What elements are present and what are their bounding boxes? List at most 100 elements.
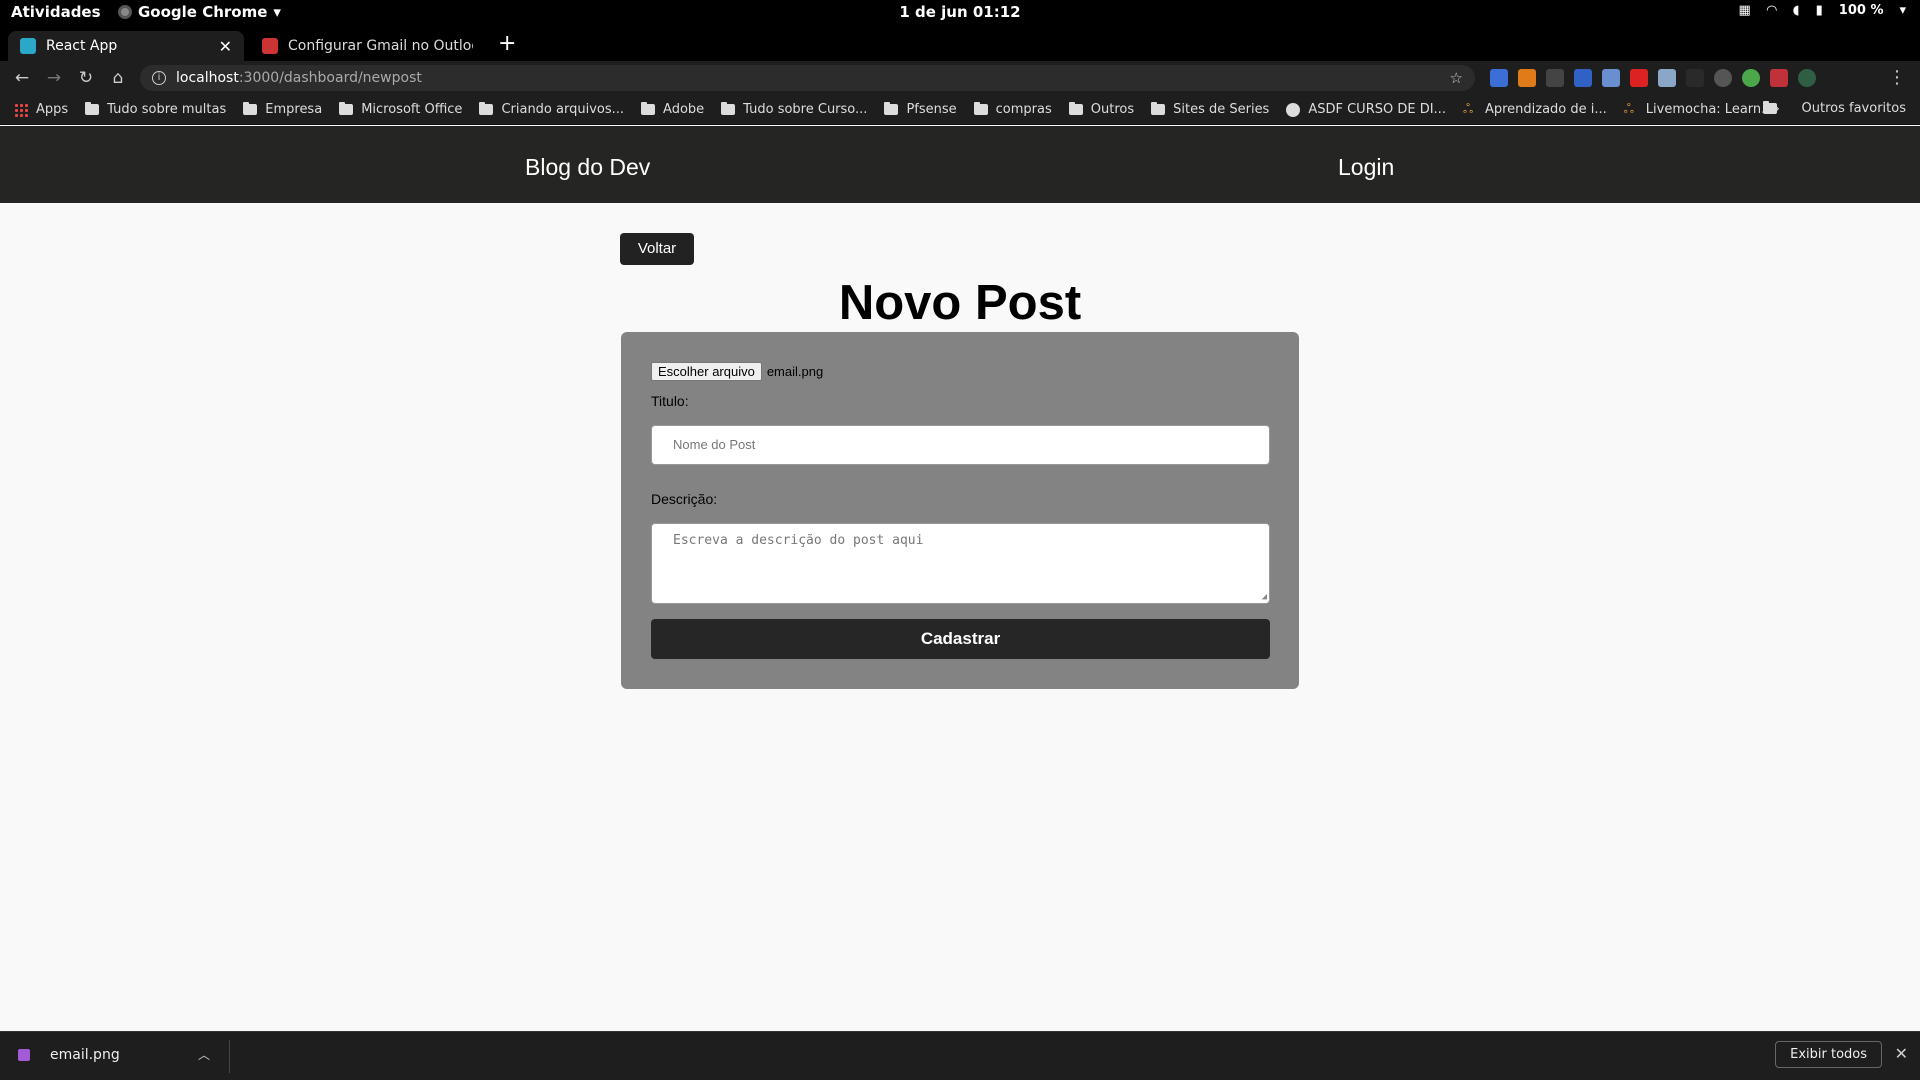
address-bar[interactable]: i localhost :3000/dashboard/newpost ☆: [140, 65, 1475, 91]
submit-button[interactable]: Cadastrar: [651, 619, 1270, 659]
choose-file-button[interactable]: Escolher arquivo: [651, 362, 762, 381]
bookmarks-bar: Apps Tudo sobre multas Empresa Microsoft…: [0, 95, 1920, 125]
file-input[interactable]: Escolher arquivo email.png: [651, 362, 823, 381]
bookmark-tudo-sobre-curso[interactable]: Tudo sobre Curso...: [721, 102, 867, 117]
brand-link[interactable]: Blog do Dev: [525, 154, 650, 181]
folder-icon: [884, 102, 899, 115]
globe-icon: [1286, 102, 1301, 117]
blank-extension-icon[interactable]: [1686, 69, 1704, 87]
tab-react-app[interactable]: React App ✕: [8, 31, 244, 61]
bookmark-pfsense[interactable]: Pfsense: [884, 102, 957, 117]
download-shelf: email.png ︿ Exibir todos ✕: [0, 1031, 1920, 1080]
image-file-icon: [18, 1048, 30, 1061]
activities-button[interactable]: Atividades: [11, 3, 101, 21]
bookmark-criando-arquivos[interactable]: Criando arquivos...: [479, 102, 624, 117]
chrome-color-extension-icon[interactable]: [1742, 69, 1760, 87]
close-tab-icon[interactable]: ✕: [219, 37, 232, 56]
bookmark-adobe[interactable]: Adobe: [641, 102, 704, 117]
selected-file-name: email.png: [766, 364, 824, 379]
shield-extension-icon[interactable]: [1574, 69, 1592, 87]
login-link[interactable]: Login: [1338, 154, 1394, 181]
extensions-area: [1490, 69, 1816, 87]
translate-extension-icon[interactable]: [1490, 69, 1508, 87]
home-icon[interactable]: ⌂: [102, 68, 134, 88]
folder-icon: [1068, 102, 1083, 115]
bookmark-tudo-sobre-multas[interactable]: Tudo sobre multas: [85, 102, 226, 117]
resize-grip-icon[interactable]: ◢: [1262, 592, 1267, 602]
back-button[interactable]: Voltar: [620, 233, 694, 265]
window-layout-icon[interactable]: ▦: [1738, 3, 1750, 18]
bookmark-microsoft-office[interactable]: Microsoft Office: [339, 102, 462, 117]
outlook-favicon-icon: [262, 38, 278, 54]
wifi-icon: ◠: [1766, 3, 1777, 18]
bookmark-asdf-curso[interactable]: ASDF CURSO DE DI...: [1286, 102, 1446, 117]
download-extension-icon[interactable]: [1518, 69, 1536, 87]
back-arrow-icon[interactable]: ←: [6, 68, 38, 88]
folder-icon: [85, 102, 100, 115]
folder-icon: [973, 102, 988, 115]
red-extension-icon[interactable]: [1770, 69, 1788, 87]
tab-configurar-gmail[interactable]: Configurar Gmail no Outlook:: [250, 31, 485, 61]
description-textarea[interactable]: Escreva a descrição do post aqui ◢: [651, 523, 1270, 604]
new-tab-button[interactable]: +: [498, 31, 516, 56]
bookmark-outros[interactable]: Outros: [1068, 102, 1134, 117]
volume-icon: ◖: [1792, 3, 1800, 18]
pretzel-icon: ஃ: [1462, 101, 1474, 117]
system-tray[interactable]: ▦ ◠ ◖ ▮ 100 % ▾: [1738, 3, 1906, 18]
folder-icon: [1762, 101, 1777, 114]
url-host: localhost: [176, 70, 239, 86]
search-extension-icon[interactable]: [1658, 69, 1676, 87]
bookmark-apps[interactable]: Apps: [14, 102, 68, 117]
colorful-extension-icon[interactable]: [1602, 69, 1620, 87]
react-favicon-icon: [20, 38, 36, 54]
app-menu[interactable]: Google Chrome ▾: [118, 3, 281, 21]
battery-percent: 100 %: [1838, 3, 1884, 18]
tab-title: Configurar Gmail no Outlook:: [288, 38, 473, 54]
reload-icon[interactable]: ↻: [70, 68, 102, 88]
new-post-form: Escolher arquivo email.png Titulo: Nome …: [621, 332, 1299, 689]
folder-icon: [721, 102, 736, 115]
folder-icon: [479, 102, 494, 115]
folder-icon: [1151, 102, 1166, 115]
chrome-icon: [118, 5, 132, 19]
folder-icon: [243, 102, 258, 115]
show-all-downloads-button[interactable]: Exibir todos: [1775, 1041, 1882, 1068]
apps-grid-icon: [14, 102, 28, 117]
bookmark-compras[interactable]: compras: [973, 102, 1052, 117]
bookmark-aprendizado[interactable]: ஃ Aprendizado de i...: [1463, 102, 1607, 117]
bookmark-livemocha[interactable]: ஃ Livemocha: Learn...: [1624, 102, 1774, 117]
forward-arrow-icon[interactable]: →: [38, 68, 70, 88]
caret-down-icon: ▾: [273, 3, 281, 21]
close-icon[interactable]: ✕: [1895, 1044, 1908, 1063]
battery-icon: ▮: [1815, 3, 1823, 18]
chrome-menu-icon[interactable]: ⋮: [1888, 67, 1906, 88]
bookmark-sites-de-series[interactable]: Sites de Series: [1151, 102, 1269, 117]
folder-icon: [339, 102, 354, 115]
description-placeholder: Escreva a descrição do post aqui: [673, 533, 924, 548]
tab-strip: React App ✕ Configurar Gmail no Outlook:: [0, 25, 1920, 61]
app-menu-label: Google Chrome: [138, 3, 268, 21]
circle-extension-icon[interactable]: [1714, 69, 1732, 87]
dark-extension-icon[interactable]: [1546, 69, 1564, 87]
page-title: Novo Post: [838, 276, 1082, 330]
clock[interactable]: 1 de jun 01:12: [0, 3, 1920, 21]
os-top-bar: Atividades Google Chrome ▾ 1 de jun 01:1…: [0, 0, 1920, 25]
download-item[interactable]: email.png ︿: [18, 1046, 218, 1063]
pretzel-icon: ஃ: [1623, 101, 1634, 117]
divider: [229, 1040, 230, 1073]
url-path: :3000/dashboard/newpost: [238, 70, 422, 86]
bookmark-star-icon[interactable]: ☆: [1450, 69, 1463, 87]
bookmark-empresa[interactable]: Empresa: [243, 102, 322, 117]
adblock-extension-icon[interactable]: [1630, 69, 1648, 87]
title-label: Titulo:: [651, 393, 689, 409]
profile-avatar-icon[interactable]: [1798, 69, 1816, 87]
description-label: Descrição:: [651, 491, 718, 507]
chevron-up-icon[interactable]: ︿: [198, 1046, 210, 1063]
title-input[interactable]: Nome do Post: [651, 425, 1270, 465]
folder-icon: [641, 102, 656, 115]
other-bookmarks-button[interactable]: Outros favoritos: [1762, 101, 1906, 116]
app-header: Blog do Dev Login: [0, 126, 1920, 203]
tray-caret-icon: ▾: [1899, 3, 1906, 18]
site-info-icon[interactable]: i: [152, 71, 166, 85]
tab-title: React App: [46, 38, 118, 54]
